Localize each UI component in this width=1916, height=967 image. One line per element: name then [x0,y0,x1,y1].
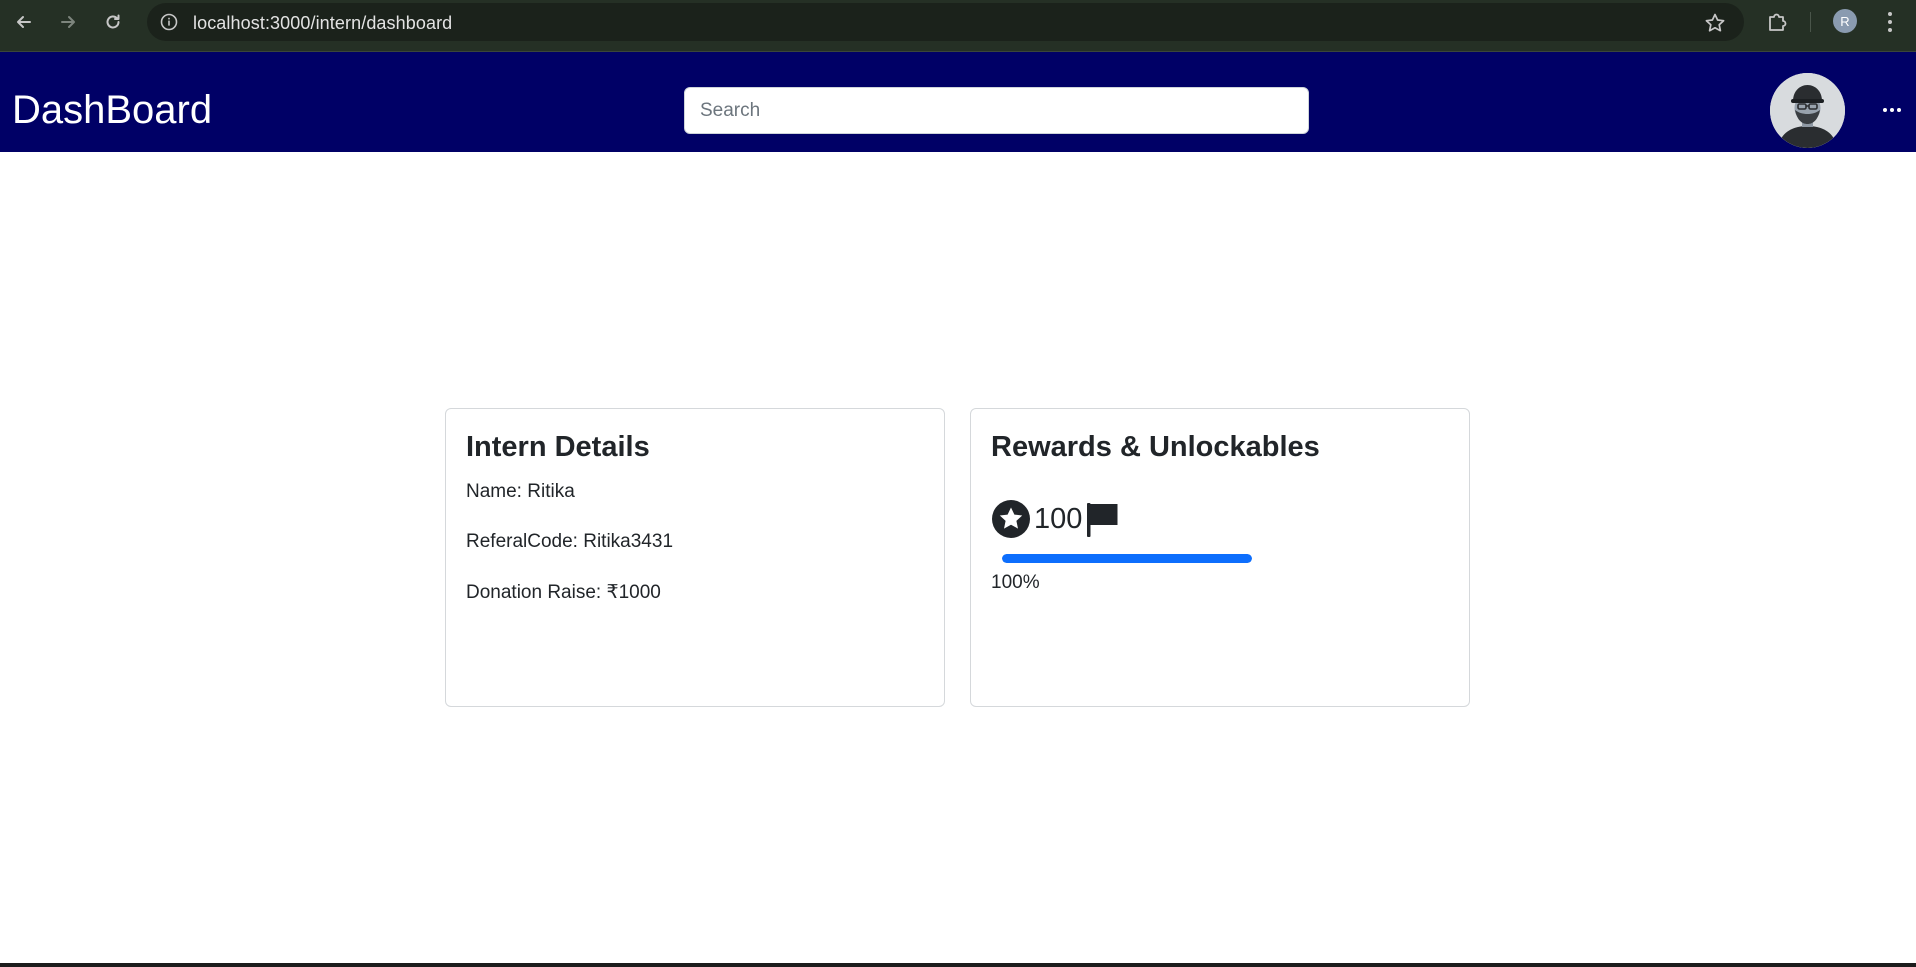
user-avatar-icon [1770,73,1845,148]
dot [1897,108,1901,112]
field-label: Name: [466,481,522,502]
donation-raise-value: ₹1000 [606,582,661,603]
field-label: ReferalCode: [466,531,578,552]
intern-name-value: Ritika [527,481,575,502]
kebab-vertical-icon[interactable] [1878,9,1902,35]
reload-button[interactable] [97,8,129,36]
forward-button[interactable] [52,8,84,36]
address-bar[interactable]: localhost:3000/intern/dashboard [147,3,1744,41]
more-horizontal-icon[interactable] [1880,102,1904,118]
progress-fill [1002,554,1252,563]
card-title: Intern Details [466,431,650,463]
avatar[interactable] [1770,73,1845,148]
star-outline-icon[interactable] [1704,12,1726,34]
reward-progress-bar [1002,554,1252,563]
toolbar-divider [1810,12,1811,32]
brand-title[interactable]: DashBoard [12,88,212,133]
intern-details-card: Intern Details Name: Ritika ReferalCode:… [445,408,945,707]
site-info-button[interactable] [157,10,181,34]
reward-points-row: 100 [991,497,1119,541]
star-circle-icon [992,500,1030,538]
arrow-left-icon [17,16,31,28]
flag-icon [1087,503,1118,537]
card-title: Rewards & Unlockables [991,431,1320,463]
referral-code-value: Ritika3431 [583,531,674,552]
progress-label: 100% [991,572,1040,593]
puzzle-icon[interactable] [1765,9,1791,35]
search-input[interactable] [684,87,1309,134]
field-label: Donation Raise: [466,582,602,603]
reload-icon [106,14,120,29]
arrow-right-icon [61,16,75,28]
intern-name-line: Name: Ritika [466,481,575,503]
bottom-edge [0,963,1916,967]
app-navbar: DashBoard [0,52,1916,152]
rewards-card: Rewards & Unlockables 100 100% [970,408,1470,707]
reward-points: 100 [1034,502,1083,535]
info-icon [160,13,178,31]
back-button[interactable] [8,8,40,36]
dot [1883,108,1887,112]
referral-code-line: ReferalCode: Ritika3431 [466,531,673,553]
browser-toolbar: localhost:3000/intern/dashboard R [0,0,1916,52]
donation-raise-line: Donation Raise: ₹1000 [466,581,661,604]
dot [1890,108,1894,112]
profile-button[interactable]: R [1833,9,1857,33]
url-text[interactable]: localhost:3000/intern/dashboard [193,13,452,34]
